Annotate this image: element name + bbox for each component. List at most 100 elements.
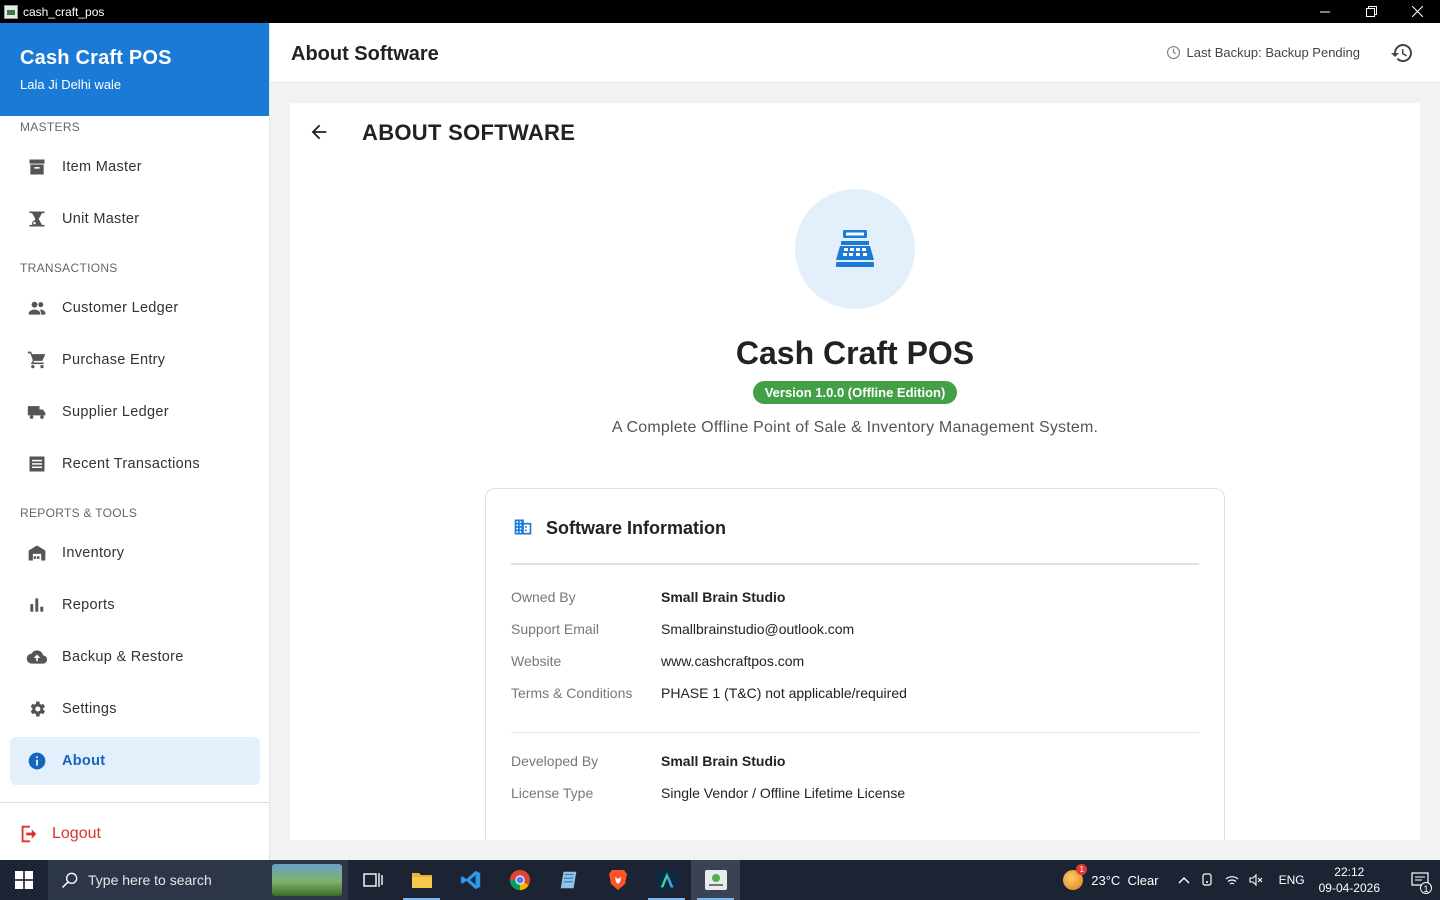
volume-muted-icon[interactable] — [1249, 873, 1263, 887]
window-titlebar: cash_craft_pos — [0, 0, 1440, 23]
truck-icon — [26, 401, 48, 423]
info-row-developed-by: Developed By Small Brain Studio — [511, 753, 785, 769]
receipt-list-icon — [26, 453, 48, 475]
app-logo — [795, 189, 915, 309]
software-info-panel: Software Information Owned By Small Brai… — [485, 488, 1225, 840]
bar-chart-icon — [26, 594, 48, 616]
info-key: Terms & Conditions — [511, 685, 633, 701]
taskbar-cash-craft-pos[interactable] — [691, 860, 740, 900]
window-title: cash_craft_pos — [23, 4, 105, 19]
sidebar-item-inventory[interactable]: Inventory — [10, 529, 260, 577]
windows-logo-icon — [15, 871, 33, 889]
minimize-icon — [1320, 11, 1330, 12]
website-value[interactable]: www.cashcraftpos.com — [661, 653, 804, 669]
notepad-icon — [560, 871, 576, 889]
brand-name: Cash Craft POS — [20, 47, 172, 69]
restore-icon — [1365, 6, 1377, 17]
task-view-icon — [362, 873, 383, 887]
info-row-website: Website www.cashcraftpos.com — [511, 653, 804, 669]
software-info-header: Software Information — [512, 517, 726, 539]
weather-alert-badge: 1 — [1076, 864, 1088, 875]
chrome-icon — [509, 869, 530, 891]
sidebar-item-backup-restore[interactable]: Backup & Restore — [10, 633, 260, 681]
weather-widget[interactable]: 1 23°C Clear — [1063, 864, 1159, 890]
taskbar-vscode[interactable] — [446, 860, 495, 900]
support-email-value[interactable]: Smallbrainstudio@outlook.com — [661, 621, 854, 637]
sidebar-item-supplier-ledger[interactable]: Supplier Ledger — [10, 388, 260, 436]
close-button[interactable] — [1394, 0, 1440, 23]
sidebar-item-about[interactable]: About — [10, 737, 260, 785]
info-row-support-email: Support Email Smallbrainstudio@outlook.c… — [511, 621, 854, 637]
info-key: Owned By — [511, 589, 576, 605]
restore-button[interactable] — [1348, 0, 1394, 23]
about-card: ABOUT SOFTWARE Cash Craft POS Version 1.… — [290, 103, 1420, 840]
sidebar-item-settings[interactable]: Settings — [10, 685, 260, 733]
warehouse-icon — [26, 542, 48, 564]
logout-icon — [18, 823, 40, 845]
info-key: Website — [511, 653, 562, 669]
search-highlight-image — [272, 864, 342, 896]
backup-history-button[interactable] — [1390, 41, 1414, 65]
scale-icon — [26, 208, 48, 230]
info-key: Developed By — [511, 753, 599, 769]
wifi-icon[interactable] — [1225, 873, 1239, 887]
divider — [511, 732, 1199, 733]
sidebar-item-label: Item Master — [62, 159, 142, 175]
page-title: About Software — [291, 43, 439, 65]
sidebar-item-reports[interactable]: Reports — [10, 581, 260, 629]
sidebar-item-customer-ledger[interactable]: Customer Ledger — [10, 284, 260, 332]
section-label-transactions: TRANSACTIONS — [20, 261, 118, 275]
taskbar-app-notes[interactable] — [544, 860, 593, 900]
taskbar-clock[interactable]: 22:12 09-04-2026 — [1319, 864, 1380, 896]
cash-register-icon — [836, 230, 874, 267]
info-value: Single Vendor / Offline Lifetime License — [661, 785, 906, 801]
sidebar-item-purchase-entry[interactable]: Purchase Entry — [10, 336, 260, 384]
language-indicator[interactable]: ENG — [1279, 873, 1305, 887]
sidebar-item-label: About — [62, 753, 106, 769]
taskbar: Type here to search 1 23°C Clear ENG 22:… — [0, 860, 1440, 900]
divider — [511, 563, 1199, 565]
notification-count: 1 — [1420, 882, 1432, 894]
meet-now-icon[interactable] — [1201, 873, 1215, 887]
info-key: License Type — [511, 785, 594, 801]
clock-icon — [1166, 45, 1181, 60]
search-placeholder: Type here to search — [88, 872, 212, 888]
gear-icon — [26, 698, 48, 720]
logout-button[interactable]: Logout — [18, 823, 101, 845]
building-icon — [512, 517, 534, 539]
taskbar-file-explorer[interactable] — [397, 860, 446, 900]
sidebar-item-recent-transactions[interactable]: Recent Transactions — [10, 440, 260, 488]
backup-status-text: Last Backup: Backup Pending — [1186, 45, 1360, 60]
app-window-icon — [4, 4, 18, 19]
sidebar-item-unit-master[interactable]: Unit Master — [10, 195, 260, 243]
taskbar-chrome[interactable] — [495, 860, 544, 900]
minimize-button[interactable] — [1302, 0, 1348, 23]
sidebar-item-item-master[interactable]: Item Master — [10, 143, 260, 191]
logout-label: Logout — [52, 825, 101, 842]
chevron-up-icon[interactable] — [1177, 873, 1191, 887]
task-view-button[interactable] — [348, 860, 397, 900]
notification-center-button[interactable]: 1 — [1400, 860, 1440, 900]
section-label-reports-tools: REPORTS & TOOLS — [20, 506, 138, 520]
taskbar-android-studio[interactable] — [642, 860, 691, 900]
sidebar: Cash Craft POS Lala Ji Delhi wale MASTER… — [0, 23, 270, 860]
people-icon — [26, 297, 48, 319]
taskbar-brave[interactable] — [593, 860, 642, 900]
window-controls — [1302, 0, 1440, 23]
app-name: Cash Craft POS — [735, 335, 975, 371]
taskbar-search[interactable]: Type here to search — [48, 860, 348, 900]
version-wrapper: Version 1.0.0 (Offline Edition) — [290, 381, 1420, 404]
close-icon — [1411, 6, 1423, 17]
info-icon — [26, 750, 48, 772]
app-tagline: A Complete Offline Point of Sale & Inven… — [611, 419, 1099, 436]
info-value: Small Brain Studio — [661, 589, 786, 605]
archive-icon — [26, 156, 48, 178]
start-button[interactable] — [0, 860, 48, 900]
sidebar-divider — [0, 802, 270, 803]
info-key: Support Email — [511, 621, 599, 637]
history-icon — [1391, 44, 1412, 62]
sidebar-item-label: Unit Master — [62, 211, 140, 227]
back-button[interactable] — [308, 121, 330, 143]
sidebar-item-label: Recent Transactions — [62, 456, 200, 472]
cart-icon — [26, 349, 48, 371]
